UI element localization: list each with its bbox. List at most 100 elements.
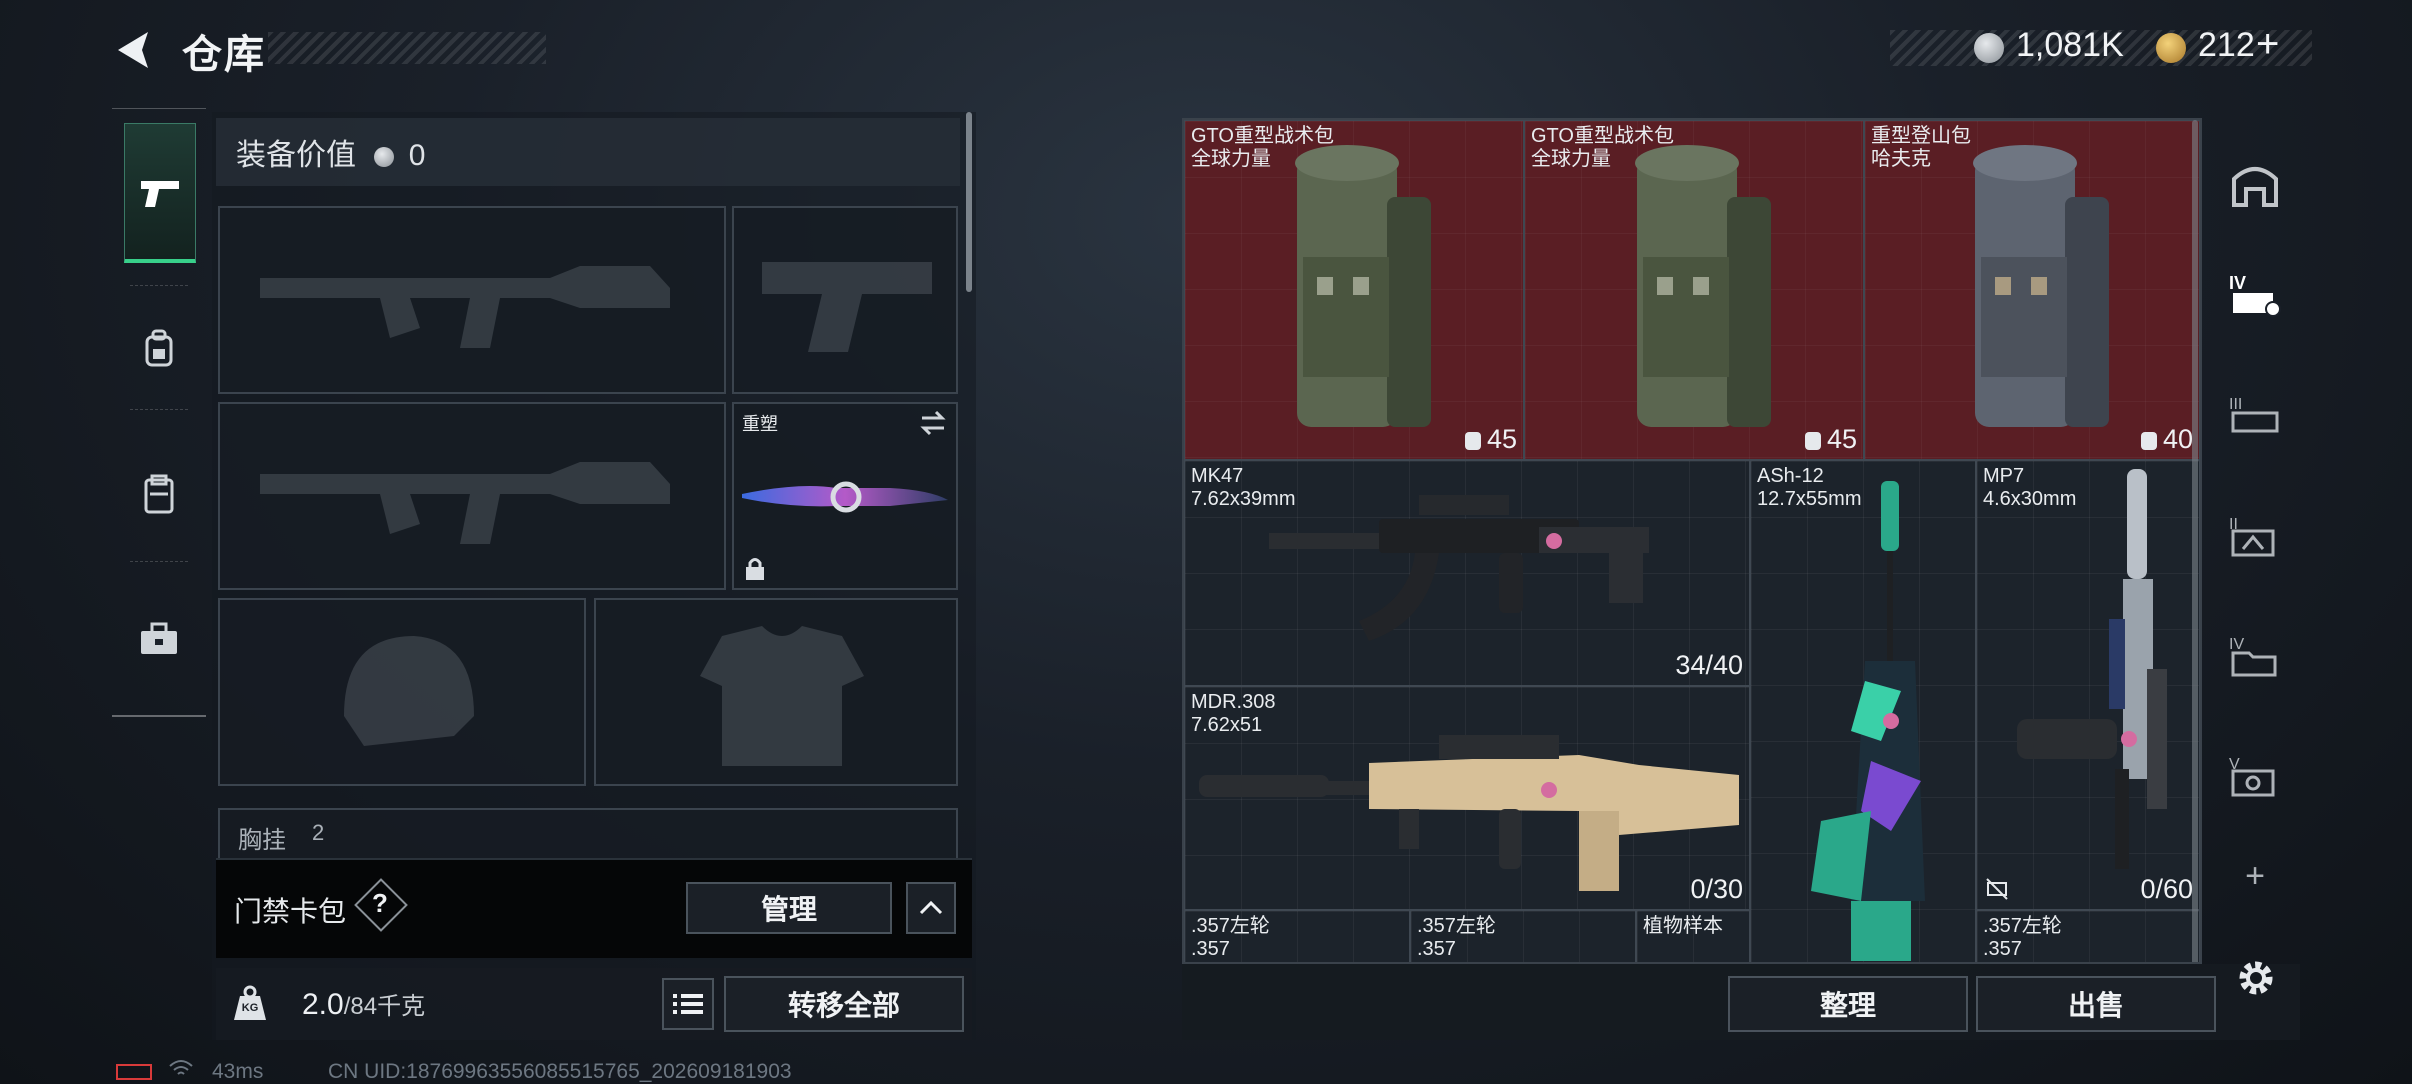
toolbox-icon <box>141 622 177 654</box>
equipment-scrollbar[interactable] <box>966 112 972 292</box>
transfer-all-button[interactable]: 转移全部 <box>724 976 964 1032</box>
chevron-up-icon <box>919 900 943 915</box>
item-count: 34/40 <box>1675 650 1743 680</box>
add-currency-button[interactable]: + <box>2256 22 2279 67</box>
stash-item-revolver-3[interactable]: .357左轮 .357 <box>1976 910 2200 962</box>
manage-button[interactable]: 管理 <box>686 882 892 934</box>
capacity-icon <box>1804 431 1821 450</box>
stash-tab-2[interactable]: II <box>2212 478 2298 590</box>
capacity-icon <box>1464 431 1481 450</box>
sort-button[interactable]: 整理 <box>1728 976 1968 1032</box>
stash-item-revolver-1[interactable]: .357左轮 .357 <box>1184 910 1410 962</box>
stash-item-plant-sample[interactable]: 植物样本 <box>1636 910 1750 962</box>
backpack-image <box>1973 145 2109 427</box>
stash-item-mp7[interactable]: MP7 4.6x30mm 0/60 <box>1976 460 2200 910</box>
lock-icon <box>746 558 764 580</box>
currency-silver-value: 1,081K <box>2016 26 2124 64</box>
access-card-bar: 门禁卡包 ? 管理 <box>216 858 972 958</box>
swap-icon[interactable] <box>918 410 948 436</box>
armor-silhouette-icon <box>700 626 864 766</box>
stash-tab-3[interactable]: III <box>2212 358 2298 470</box>
item-name: .357左轮 .357 <box>1191 915 1270 960</box>
no-attachment-icon <box>1986 878 2008 900</box>
rifle-mk47-image <box>1269 495 1649 641</box>
stash-scrollbar[interactable] <box>2192 120 2198 962</box>
helmet-slot[interactable] <box>218 598 586 786</box>
armor-slot[interactable] <box>594 598 958 786</box>
helmet-silhouette-icon <box>344 636 474 746</box>
item-count: 0/60 <box>2140 874 2193 904</box>
stash-item-mdr308[interactable]: MDR.308 7.62x51 0/30 <box>1184 686 1750 910</box>
back-arrow-icon <box>118 32 148 68</box>
stash-tab-4[interactable]: IV <box>2212 238 2298 350</box>
stash-item-backpack-2[interactable]: GTO重型战术包 全球力量 45 <box>1524 120 1864 460</box>
capacity-icon <box>2140 431 2157 450</box>
vault-icon <box>2232 167 2278 207</box>
stash-tab-5[interactable]: V <box>2212 718 2298 830</box>
equipment-value-amount: 0 <box>408 139 426 172</box>
item-count: 45 <box>1464 424 1517 455</box>
melee-slot[interactable]: 重塑 <box>732 402 958 590</box>
stash-item-mk47[interactable]: MK47 7.62x39mm 34/40 <box>1184 460 1750 686</box>
currency-gold-value: 212 <box>2198 26 2255 64</box>
container-iv-folder-icon: IV <box>2229 636 2277 677</box>
stash-tab-4b[interactable]: IV <box>2212 598 2298 710</box>
gear-icon <box>2239 961 2273 995</box>
stash-tab-main[interactable] <box>2212 128 2298 240</box>
pistol-silhouette-icon <box>762 262 932 352</box>
battery-icon <box>116 1064 152 1080</box>
nav-tab-weapons[interactable] <box>124 123 196 263</box>
stash-item-backpack-3[interactable]: 重型登山包 哈夫克 40 <box>1864 120 2200 460</box>
gold-coin-icon <box>2156 33 2186 63</box>
silver-coin-icon <box>1974 33 2004 63</box>
list-view-button[interactable] <box>662 978 714 1030</box>
item-count: 40 <box>2140 424 2193 455</box>
rifle-mdr308-image <box>1199 735 1739 891</box>
container-ii-icon: II <box>2229 516 2275 557</box>
equipment-value: 装备价值 0 <box>236 130 425 174</box>
stash-item-ash12[interactable]: ASh-12 12.7x55mm <box>1750 460 1976 962</box>
rifle-silhouette-icon <box>260 462 670 544</box>
item-count: 45 <box>1804 424 1857 455</box>
collapse-button[interactable] <box>906 882 956 934</box>
chest-rig-row[interactable]: 胸挂 2 <box>218 808 958 858</box>
nav-tab-vest[interactable] <box>112 429 206 559</box>
svg-text:III: III <box>2229 396 2242 413</box>
weight-display: 2.0/84千克 <box>302 986 425 1022</box>
smg-mp7-image <box>2017 469 2167 869</box>
primary-weapon-slot[interactable] <box>218 206 726 394</box>
item-name: .357左轮 .357 <box>1417 915 1496 960</box>
left-nav <box>112 108 206 717</box>
nav-tab-backpack[interactable] <box>112 299 206 399</box>
stash-item-backpack-1[interactable]: GTO重型战术包 全球力量 45 <box>1184 120 1524 460</box>
vest-icon <box>144 474 174 514</box>
access-card-label: 门禁卡包 <box>234 896 347 927</box>
uid-display: CN UID:18769963556085515765_202609181903 <box>328 1060 792 1083</box>
back-button[interactable] <box>112 26 160 74</box>
help-icon[interactable]: ? <box>372 888 388 919</box>
item-count: 0/30 <box>1690 874 1743 904</box>
sell-button[interactable]: 出售 <box>1976 976 2216 1032</box>
secondary-primary-slot[interactable] <box>218 402 726 590</box>
rifle-ash12-image <box>1811 481 1925 961</box>
svg-text:IV: IV <box>2229 273 2246 293</box>
weight-icon-text: KG <box>241 1002 259 1014</box>
nav-tab-toolbox[interactable] <box>112 579 206 699</box>
backpack-icon <box>145 329 173 367</box>
settings-button[interactable] <box>2234 956 2278 1000</box>
chest-rig-label: 胸挂 <box>238 827 286 854</box>
item-name: .357左轮 .357 <box>1983 915 2062 960</box>
backpack-image <box>1635 145 1771 427</box>
equipment-value-label: 装备价值 <box>236 139 356 172</box>
page-title: 仓库 <box>182 33 266 77</box>
add-stash-tab-button[interactable]: + <box>2212 846 2298 906</box>
item-name: 植物样本 <box>1643 915 1723 937</box>
secondary-weapon-slot[interactable] <box>732 206 958 394</box>
pistol-icon <box>141 180 179 207</box>
chest-rig-count: 2 <box>312 820 325 845</box>
weight-current: 2.0 <box>302 988 344 1021</box>
knife-icon <box>742 481 948 513</box>
stash-item-revolver-2[interactable]: .357左轮 .357 <box>1410 910 1636 962</box>
weight-icon: KG <box>226 980 274 1028</box>
stash-footer: 整理 出售 <box>1182 964 2300 1040</box>
